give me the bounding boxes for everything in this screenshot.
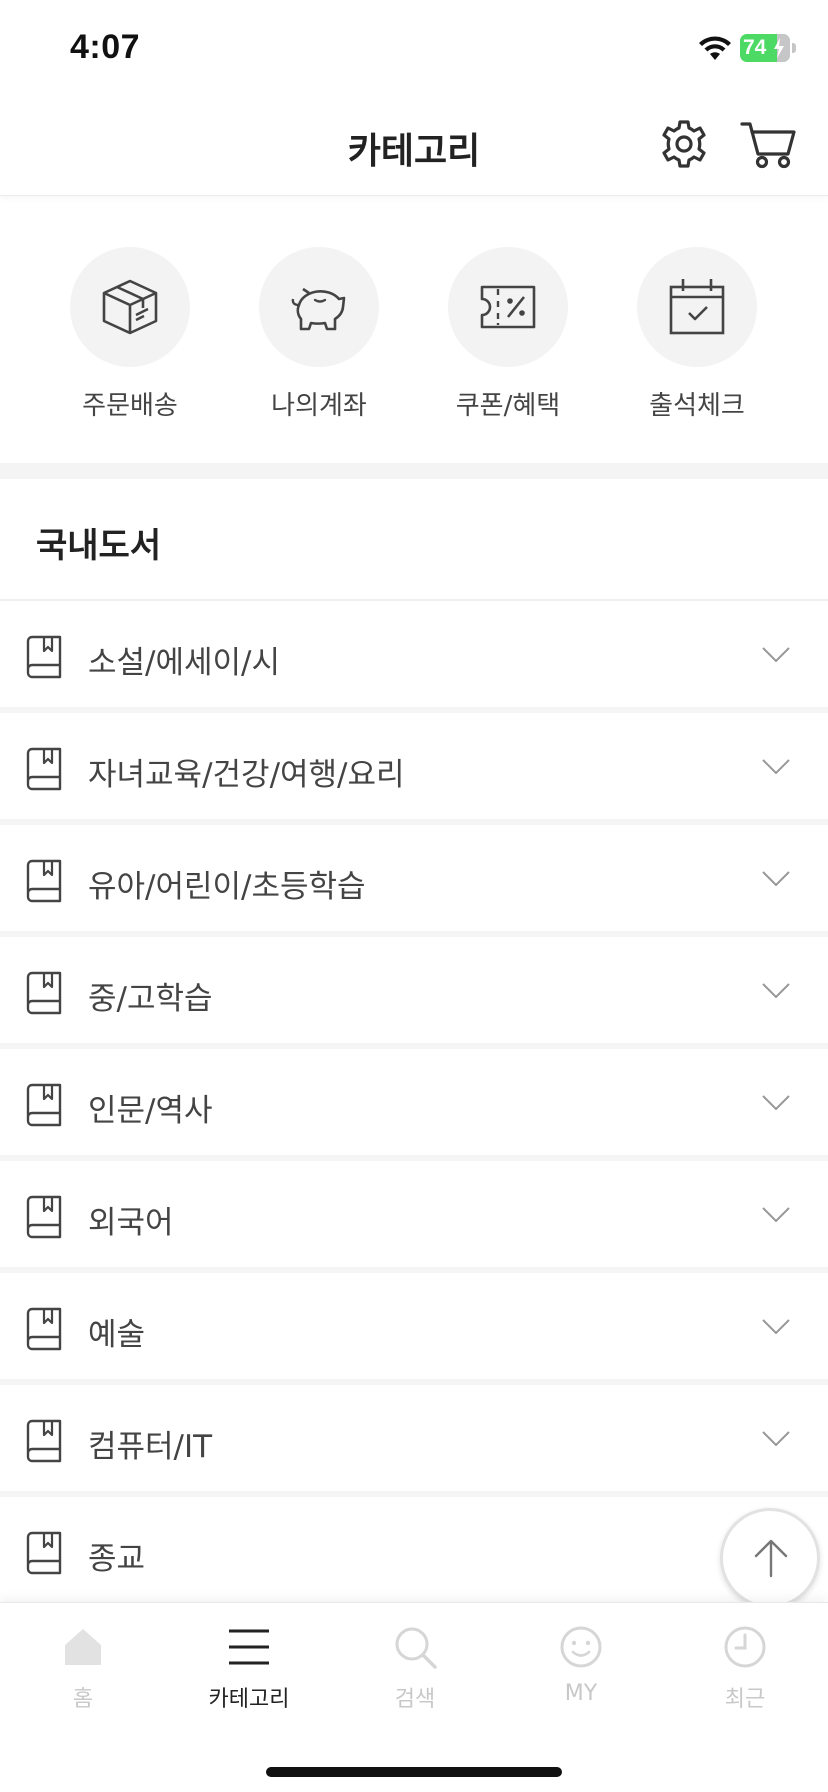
arrow-up-icon [754,1539,788,1578]
cart-icon[interactable] [738,116,798,172]
book-icon [26,859,62,903]
chevron-down-icon[interactable] [762,1319,790,1335]
quick-item-order-delivery[interactable]: 주문배송 [45,247,215,427]
category-item-fiction[interactable]: 소설/에세이/시 [0,601,828,713]
category-item-foreign-language[interactable]: 외국어 [0,1161,828,1273]
category-item-children[interactable]: 유아/어린이/초등학습 [0,825,828,937]
home-indicator [266,1767,562,1777]
book-icon [26,747,62,791]
clock-icon [724,1626,766,1668]
quick-item-label: 쿠폰/혜택 [455,391,561,421]
charging-bolt-icon [774,38,784,58]
tab-label: MY [564,1681,598,1706]
category-item-secondary-study[interactable]: 중/고학습 [0,937,828,1049]
quick-item-circle [637,247,757,367]
book-icon [26,1307,62,1351]
tab-recent[interactable]: 최근 [662,1603,828,1723]
chevron-down-icon[interactable] [762,759,790,775]
quick-item-attendance[interactable]: 출석체크 [612,247,782,427]
tab-search[interactable]: 검색 [332,1603,498,1723]
tab-bar: 홈 카테고리 검색 MY 최근 [0,1602,828,1792]
quick-item-my-account[interactable]: 나의계좌 [234,247,404,427]
calendar-check-icon [669,279,725,335]
tab-category[interactable]: 카테고리 [166,1603,332,1723]
wifi-icon [699,36,731,60]
quick-item-coupon[interactable]: 쿠폰/혜택 [423,247,593,427]
tab-my[interactable]: MY [498,1603,664,1723]
chevron-down-icon[interactable] [762,871,790,887]
category-label: 소설/에세이/시 [88,645,281,681]
category-label: 외국어 [88,1205,174,1241]
book-icon [26,1419,62,1463]
status-bar: 4:07 74 [0,0,828,96]
book-icon [26,1195,62,1239]
box-icon [102,279,158,335]
tab-home[interactable]: 홈 [0,1603,166,1723]
book-icon [26,635,62,679]
chevron-down-icon[interactable] [762,983,790,999]
home-icon [65,1629,101,1665]
search-icon [395,1627,437,1669]
chevron-down-icon[interactable] [762,1431,790,1447]
chevron-down-icon[interactable] [762,647,790,663]
book-icon [26,1083,62,1127]
book-icon [26,971,62,1015]
quick-item-circle [259,247,379,367]
battery-level: 74 [743,36,767,59]
category-label: 컴퓨터/IT [88,1429,213,1465]
category-item-humanities[interactable]: 인문/역사 [0,1049,828,1161]
chevron-down-icon[interactable] [762,1207,790,1223]
category-label: 자녀교육/건강/여행/요리 [88,757,405,793]
piggy-bank-icon [291,287,346,331]
quick-item-label: 나의계좌 [271,391,367,421]
quick-item-label: 주문배송 [82,391,178,421]
section-title: 국내도서 [36,526,162,566]
tab-label: 홈 [72,1687,94,1712]
battery-cap [792,43,796,53]
battery-indicator: 74 [740,34,790,62]
status-time: 4:07 [70,28,141,66]
category-list: 소설/에세이/시 자녀교육/건강/여행/요리 유아/어린이/초등학습 중/고학습… [0,601,828,1609]
category-item-parenting[interactable]: 자녀교육/건강/여행/요리 [0,713,828,825]
quick-item-label: 출석체크 [649,391,745,421]
header: 카테고리 [0,96,828,196]
chevron-down-icon[interactable] [762,1095,790,1111]
scroll-to-top-button[interactable] [720,1508,820,1608]
tab-label: 최근 [724,1687,766,1712]
tab-label: 카테고리 [208,1687,290,1712]
quick-item-circle [448,247,568,367]
smiley-icon [560,1626,602,1668]
category-item-religion[interactable]: 종교 [0,1497,828,1609]
tab-label: 검색 [394,1687,436,1712]
menu-icon [229,1629,269,1665]
section-separator [0,463,828,479]
category-label: 중/고학습 [88,981,213,1017]
quick-menu: 주문배송 나의계좌 쿠폰/혜택 출석체크 [0,197,828,463]
category-label: 예술 [88,1317,146,1353]
category-label: 종교 [88,1541,146,1577]
settings-gear-icon[interactable] [656,116,712,172]
category-label: 유아/어린이/초등학습 [88,869,366,905]
coupon-icon [480,285,536,329]
category-item-art[interactable]: 예술 [0,1273,828,1385]
book-icon [26,1531,62,1575]
quick-item-circle [70,247,190,367]
category-item-computer-it[interactable]: 컴퓨터/IT [0,1385,828,1497]
category-label: 인문/역사 [88,1093,213,1129]
